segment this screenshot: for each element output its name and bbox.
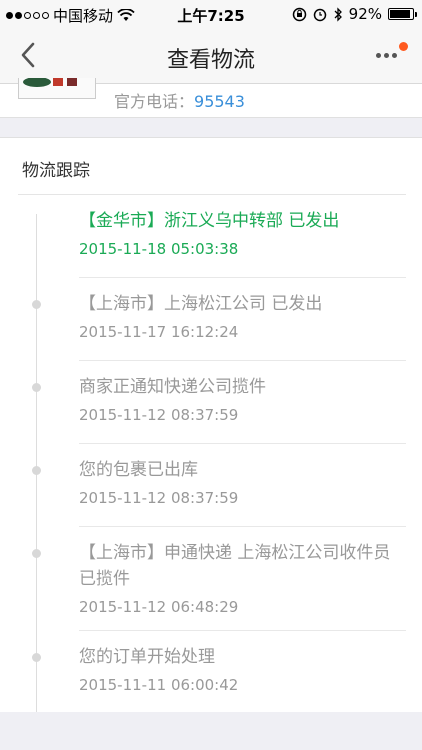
- phone-number-link[interactable]: 95543: [194, 92, 245, 111]
- alarm-icon: [313, 8, 326, 21]
- tracking-event-latest: 【金华市】浙江义乌中转部 已发出 2015-11-18 05:03:38: [79, 208, 406, 258]
- event-time: 2015-11-12 06:48:29: [79, 598, 239, 616]
- event-text: 【上海市】上海松江公司 已发出: [79, 294, 323, 314]
- notification-badge: [399, 42, 408, 51]
- event-divider: [79, 443, 406, 444]
- phone-label: 官方电话：: [114, 92, 195, 111]
- rotation-lock-icon: [292, 7, 306, 21]
- tracking-event: 商家正通知快递公司揽件 2015-11-12 08:37:59: [79, 374, 406, 424]
- shop-info: 官方电话：95543: [0, 78, 422, 118]
- event-text: 商家正通知快递公司揽件: [79, 377, 266, 397]
- official-phone: 官方电话：95543: [114, 88, 245, 112]
- status-icons: 92%: [292, 5, 417, 23]
- tracking-event: 【上海市】上海松江公司 已发出 2015-11-17 16:12:24: [79, 291, 406, 341]
- event-time: 2015-11-18 05:03:38: [79, 240, 239, 258]
- tracking-event: 【上海市】申通快递 上海松江公司收件员 已揽件 2015-11-12 06:48…: [79, 540, 404, 616]
- more-dots-icon: [376, 53, 397, 58]
- more-button[interactable]: [374, 40, 408, 70]
- event-text: 您的包裹已出库: [79, 460, 198, 480]
- timeline-node: [32, 466, 41, 475]
- event-text: 【金华市】浙江义乌中转部 已发出: [79, 211, 340, 231]
- event-divider: [79, 360, 406, 361]
- event-divider: [79, 630, 406, 631]
- page-title: 查看物流: [166, 48, 255, 73]
- event-time: 2015-11-11 06:00:42: [79, 676, 239, 694]
- tracking-card: 物流跟踪 【金华市】浙江义乌中转部 已发出 2015-11-18 05:03:3…: [0, 137, 422, 712]
- battery-percent: 92%: [348, 5, 382, 23]
- event-divider: [79, 526, 406, 527]
- bluetooth-icon: [334, 6, 342, 22]
- tracking-event: 您的包裹已出库 2015-11-12 08:37:59: [79, 457, 406, 507]
- status-bar: 中国移动 上午7:25 92%: [0, 0, 422, 28]
- event-time: 2015-11-17 16:12:24: [79, 323, 239, 341]
- event-text: 【上海市】申通快递 上海松江公司收件员 已揽件: [79, 543, 391, 589]
- timeline-node: [32, 300, 41, 309]
- section-title: 物流跟踪: [22, 161, 90, 181]
- event-text: 您的订单开始处理: [79, 647, 215, 667]
- battery-icon: [388, 8, 417, 20]
- tracking-event: 您的订单开始处理 2015-11-11 06:00:42: [79, 644, 406, 694]
- timeline-node: [32, 383, 41, 392]
- timeline-line: [36, 214, 37, 712]
- timeline-node: [32, 549, 41, 558]
- timeline-node: [32, 653, 41, 662]
- divider: [18, 194, 406, 195]
- event-time: 2015-11-12 08:37:59: [79, 406, 239, 424]
- event-time: 2015-11-12 08:37:59: [79, 489, 239, 507]
- shop-logo: [18, 78, 96, 99]
- event-divider: [79, 277, 406, 278]
- nav-bar: 查看物流: [0, 28, 422, 84]
